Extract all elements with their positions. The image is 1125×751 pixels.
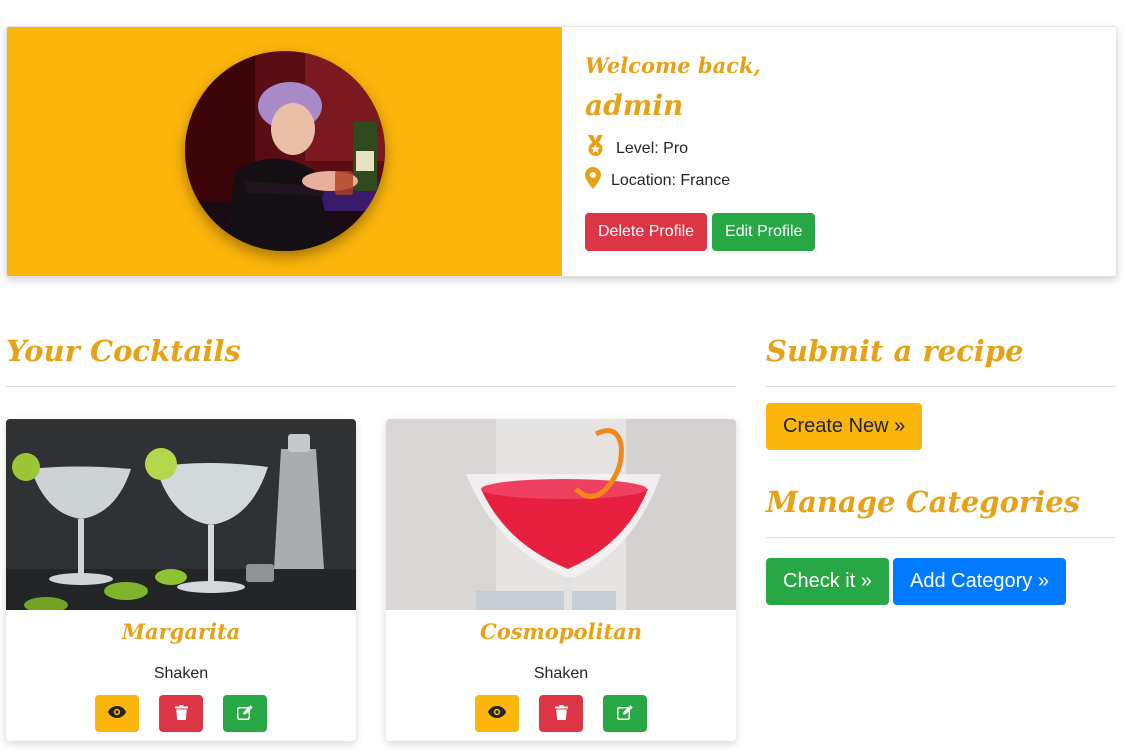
edit-profile-button[interactable]: Edit Profile <box>712 213 816 251</box>
view-button[interactable] <box>475 695 519 732</box>
map-marker-icon <box>585 167 611 194</box>
card-actions <box>386 695 736 732</box>
edit-icon <box>617 704 633 723</box>
cocktail-method: Shaken <box>533 665 589 682</box>
cocktail-image-cosmopolitan[interactable] <box>386 419 736 610</box>
eye-icon <box>108 706 126 721</box>
cocktail-card: Margarita Shaken <box>6 419 356 741</box>
delete-button[interactable] <box>539 695 583 732</box>
check-categories-button[interactable]: Check it » <box>766 558 889 605</box>
delete-profile-button[interactable]: Delete Profile <box>585 213 708 251</box>
trash-icon <box>174 704 188 723</box>
profile-banner <box>7 27 562 276</box>
username: admin <box>585 89 684 122</box>
cocktail-card: Cosmopolitan Shaken <box>386 419 736 741</box>
add-category-button[interactable]: Add Category » <box>893 558 1066 605</box>
medal-icon <box>585 135 616 162</box>
cocktail-name: Cosmopolitan <box>480 619 642 644</box>
profile-actions: Delete Profile Edit Profile <box>585 213 816 251</box>
level-text: Level: Pro <box>616 139 689 157</box>
submit-divider <box>766 386 1116 387</box>
trash-icon <box>554 704 568 723</box>
your-cocktails-heading: Your Cocktails <box>6 334 241 368</box>
edit-button[interactable] <box>223 695 267 732</box>
edit-icon <box>237 704 253 723</box>
cocktail-method: Shaken <box>153 665 209 682</box>
card-actions <box>6 695 356 732</box>
location-row: Location: France <box>585 167 730 194</box>
level-row: Level: Pro <box>585 135 688 162</box>
profile-info: Welcome back, admin Level: Pro Location:… <box>585 27 1116 276</box>
cocktail-name: Margarita <box>121 619 241 644</box>
manage-categories-heading: Manage Categories <box>766 485 1081 519</box>
create-new-button[interactable]: Create New » <box>766 403 923 450</box>
cocktails-divider <box>6 386 736 387</box>
avatar <box>185 51 385 251</box>
profile-card: Welcome back, admin Level: Pro Location:… <box>6 26 1117 277</box>
welcome-text: Welcome back, <box>585 53 761 78</box>
location-text: Location: France <box>611 171 731 189</box>
eye-icon <box>488 706 506 721</box>
submit-recipe-heading: Submit a recipe <box>766 334 1024 368</box>
cocktail-image-margarita[interactable] <box>6 419 356 613</box>
edit-button[interactable] <box>603 695 647 732</box>
view-button[interactable] <box>95 695 139 732</box>
manage-divider <box>766 537 1116 538</box>
delete-button[interactable] <box>159 695 203 732</box>
